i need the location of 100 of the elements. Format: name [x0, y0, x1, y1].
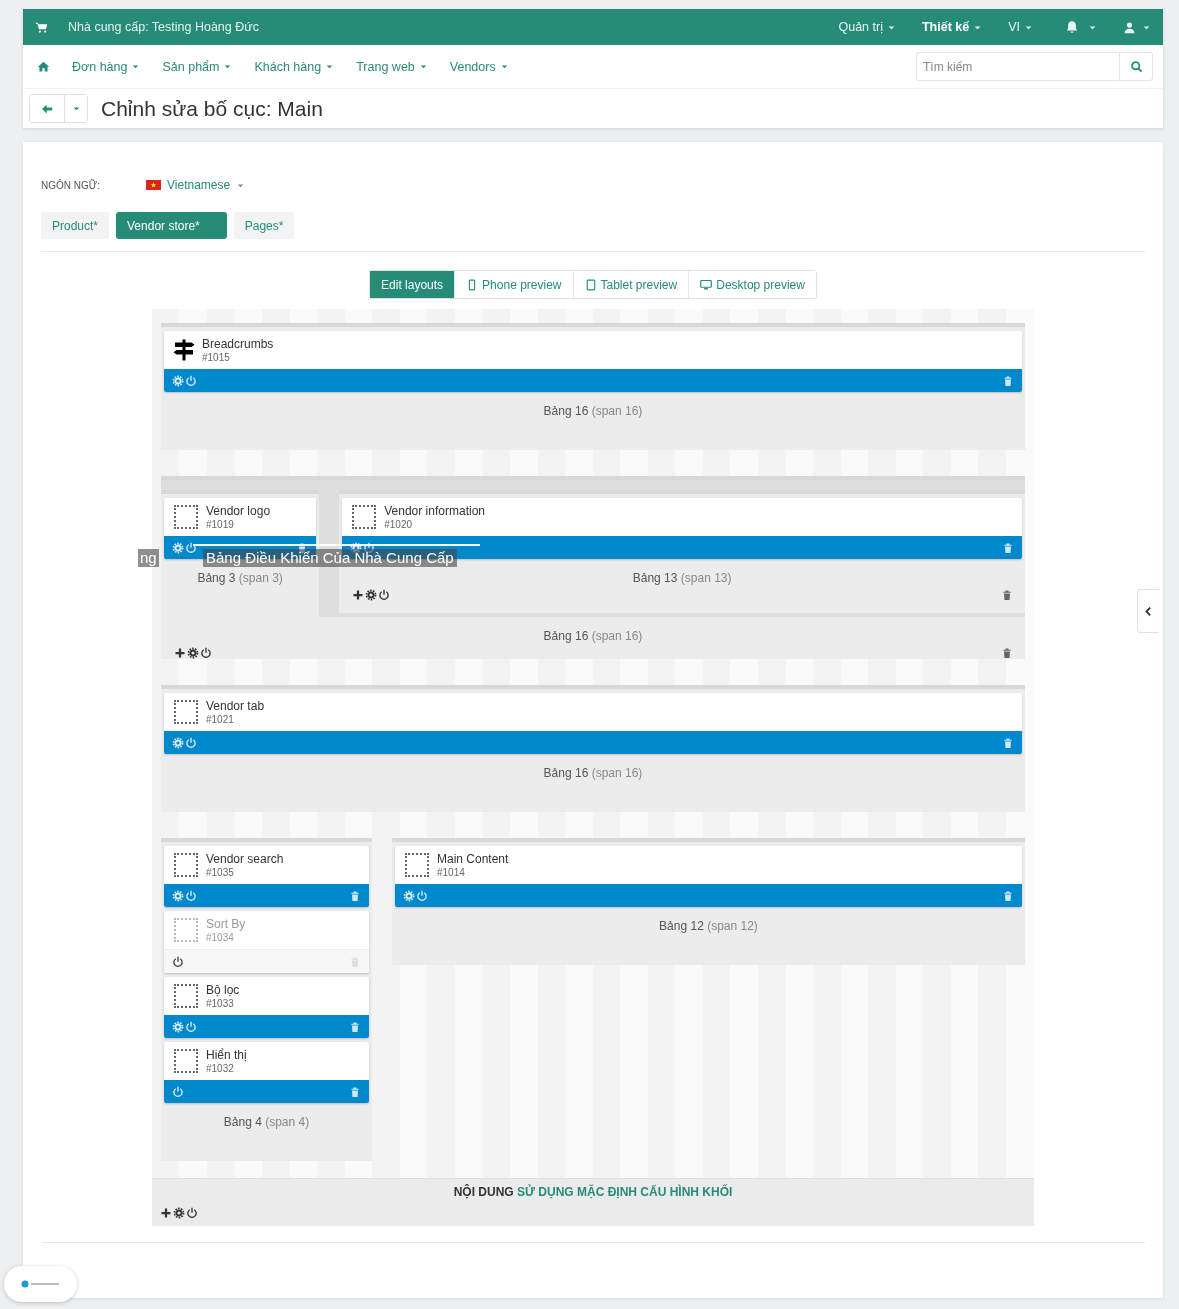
trash-icon [349, 1085, 361, 1098]
gear-icon [172, 374, 184, 387]
caret-icon [223, 62, 233, 71]
block-name: Vendor search [206, 852, 284, 867]
delete-button[interactable] [1001, 589, 1013, 601]
gear-icon [172, 736, 184, 749]
block-id: #1021 [206, 714, 235, 725]
gear-icon [403, 889, 415, 902]
power-button[interactable] [378, 589, 391, 601]
block-name: Vendor tab [206, 699, 265, 714]
block-name: Bộ lọc [206, 983, 240, 998]
power-icon [200, 647, 212, 659]
settings-button[interactable] [365, 589, 378, 601]
nav-item[interactable]: Sản phẩm [162, 59, 233, 74]
settings-button[interactable] [173, 1207, 185, 1219]
store-badge[interactable] [4, 1266, 77, 1302]
container-title: Bảng 12 [659, 919, 704, 933]
nav-item[interactable]: Khách hàng [254, 59, 335, 74]
delete-button[interactable] [1002, 541, 1014, 554]
trash-icon [1001, 647, 1013, 659]
gear-icon [172, 889, 184, 902]
delete-button[interactable] [1002, 889, 1014, 902]
power-icon [416, 889, 428, 902]
placeholder-icon [174, 984, 198, 1008]
container-title: Bảng 3 [197, 571, 236, 585]
trash-icon [1001, 589, 1013, 601]
add-icon [174, 647, 186, 659]
notifications-button[interactable] [1065, 20, 1097, 34]
search-icon [1129, 60, 1143, 73]
placeholder-icon [174, 505, 198, 529]
power-icon [363, 541, 376, 554]
power-button[interactable] [200, 647, 212, 659]
layout-tab[interactable]: Product* [41, 212, 110, 239]
container-span: (span 16) [591, 404, 643, 418]
container-title: Bảng 16 [543, 766, 589, 780]
panel-toggle-button[interactable] [1137, 589, 1159, 633]
block-name: Breadcrumbs [202, 337, 274, 352]
menu-item[interactable]: Thiết kế [921, 20, 983, 34]
gear-icon [172, 541, 184, 554]
delete-button[interactable] [1001, 647, 1013, 659]
trash-icon [349, 1020, 361, 1033]
language-dropdown[interactable]: Vietnamese [146, 178, 246, 192]
user-menu-button[interactable] [1123, 20, 1151, 34]
power-icon [185, 541, 197, 554]
block-id: #1033 [206, 998, 235, 1009]
container-span: (span 4) [265, 1115, 310, 1129]
block-id: #1032 [206, 1063, 235, 1074]
overlay-caption: Bảng Điều Khiển Của Nhà Cung Cấp [203, 549, 457, 567]
delete-button[interactable] [1002, 374, 1014, 387]
signpost-icon [172, 338, 196, 362]
layout-tab[interactable]: Vendor store* [116, 212, 227, 239]
container-span: (span 13) [680, 571, 732, 585]
default-config-link[interactable]: SỬ DỤNG MẶC ĐỊNH CẤU HÌNH KHỐI [517, 1185, 733, 1199]
add-icon [160, 1207, 172, 1219]
power-button[interactable] [363, 541, 376, 554]
trash-icon [1002, 736, 1014, 749]
power-button[interactable] [172, 955, 184, 968]
caret-icon [499, 62, 509, 71]
add-button[interactable] [352, 589, 365, 601]
block-id: #1034 [206, 932, 235, 943]
caret-icon [71, 104, 81, 113]
container-span: (span 16) [591, 766, 643, 780]
delete-button[interactable] [349, 1085, 361, 1098]
add-icon [352, 589, 365, 601]
block-id: #1019 [206, 519, 235, 530]
nav-item[interactable]: Đơn hàng [72, 59, 141, 74]
gear-icon [172, 1020, 184, 1033]
power-icon [172, 955, 184, 968]
delete-button[interactable] [349, 889, 361, 902]
trash-icon [1002, 541, 1014, 554]
delete-button[interactable] [349, 1020, 361, 1033]
flag-icon [146, 180, 161, 190]
delete-button[interactable] [1002, 736, 1014, 749]
search-field[interactable]: Tìm kiếm [916, 52, 1119, 81]
home-button[interactable] [37, 60, 50, 73]
power-icon [172, 1085, 184, 1098]
add-button[interactable] [174, 647, 186, 659]
trash-icon [349, 889, 361, 902]
menu-item[interactable]: Quản trị [838, 20, 896, 34]
menu-item[interactable]: VI [1008, 20, 1033, 34]
settings-button[interactable] [187, 647, 199, 659]
caret-icon [131, 62, 141, 71]
back-button[interactable] [30, 95, 65, 122]
caret-icon [325, 62, 335, 71]
layout-tab[interactable]: Pages* [233, 212, 295, 239]
nav-item[interactable]: Trang web [356, 59, 428, 74]
power-button[interactable] [186, 1207, 198, 1219]
search-button[interactable] [1119, 52, 1153, 81]
trash-icon [349, 955, 361, 968]
block-name: Hiển thị [206, 1048, 247, 1063]
add-button[interactable] [160, 1207, 172, 1219]
block-name: Vendor information [384, 504, 485, 519]
tablet-icon [584, 278, 597, 291]
view-mode-button[interactable]: Edit layouts [370, 271, 455, 298]
bell-icon [1065, 20, 1079, 34]
nav-item[interactable]: Vendors [449, 59, 509, 74]
power-icon [185, 889, 197, 902]
caret-icon [418, 62, 428, 71]
container-span: (span 3) [238, 571, 283, 585]
view-mode-button[interactable]: Desktop preview [688, 271, 816, 298]
